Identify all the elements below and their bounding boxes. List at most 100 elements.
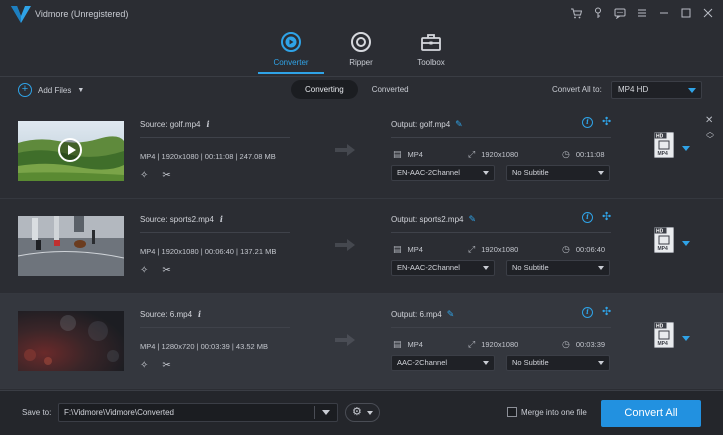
- output-filename: Output: golf.mp4 ✎: [391, 119, 463, 129]
- cart-icon[interactable]: [569, 6, 583, 20]
- mp4-hd-format-icon[interactable]: HD MP4: [654, 322, 674, 348]
- window-controls: [569, 6, 715, 20]
- key-icon[interactable]: [591, 6, 605, 20]
- convert-all-format-value: MP4 HD: [618, 85, 649, 94]
- chevron-down-icon: [598, 266, 604, 270]
- info-icon[interactable]: i: [582, 212, 593, 223]
- video-thumbnail[interactable]: [18, 121, 124, 181]
- tab-toolbox[interactable]: Toolbox: [396, 30, 466, 74]
- tab-toolbox-label: Toolbox: [417, 58, 445, 67]
- list-item[interactable]: Source: golf.mp4 i MP4 | 1920x1080 | 00:1…: [0, 104, 723, 199]
- clock-icon: ◷: [562, 149, 570, 159]
- divider: [140, 232, 290, 233]
- output-filename: Output: 6.mp4 ✎: [391, 309, 455, 319]
- svg-text:HD: HD: [656, 229, 664, 235]
- convert-all-button[interactable]: Convert All: [601, 400, 701, 427]
- svg-text:MP4: MP4: [658, 151, 669, 157]
- chevron-down-icon: [483, 266, 489, 270]
- film-icon: ▤: [393, 149, 402, 159]
- close-icon[interactable]: [701, 6, 715, 20]
- subtitle-select[interactable]: No Subtitle: [506, 165, 610, 181]
- subtitle-select[interactable]: No Subtitle: [506, 355, 610, 371]
- arrow-right-icon: [335, 239, 355, 251]
- tab-converted[interactable]: Converted: [358, 80, 423, 99]
- source-meta: MP4 | 1280x720 | 00:03:39 | 43.52 MB: [140, 342, 269, 351]
- edit-tools: ✧ ✂: [140, 265, 171, 276]
- clock-icon: ◷: [562, 339, 570, 349]
- list-item[interactable]: Source: 6.mp4 i MP4 | 1280x720 | 00:03:39…: [0, 294, 723, 389]
- feedback-icon[interactable]: [613, 6, 627, 20]
- divider: [140, 327, 290, 328]
- audio-track-select[interactable]: AAC-2Channel: [391, 355, 495, 371]
- compress-icon[interactable]: ✣: [602, 117, 611, 128]
- plus-icon: +: [18, 83, 32, 97]
- maximize-icon[interactable]: [679, 6, 693, 20]
- scissors-icon[interactable]: ✂: [162, 360, 170, 371]
- info-icon[interactable]: i: [582, 307, 593, 318]
- magic-wand-icon[interactable]: ✧: [140, 360, 148, 371]
- chevron-down-icon[interactable]: ▼: [77, 87, 84, 94]
- video-thumbnail[interactable]: [18, 311, 124, 371]
- mp4-hd-format-icon[interactable]: HD MP4: [654, 227, 674, 253]
- svg-text:MP4: MP4: [658, 341, 669, 347]
- minimize-icon[interactable]: [657, 6, 671, 20]
- menu-icon[interactable]: [635, 6, 649, 20]
- vidmore-logo: [11, 6, 31, 23]
- save-path-value: F:\Vidmore\Vidmore\Converted: [64, 408, 174, 417]
- play-icon[interactable]: [58, 138, 82, 162]
- arrow-right-icon: [335, 144, 355, 156]
- toolbox-icon: [419, 30, 443, 54]
- magic-wand-icon[interactable]: ✧: [140, 265, 148, 276]
- subtitle-select[interactable]: No Subtitle: [506, 260, 610, 276]
- info-icon[interactable]: i: [582, 117, 593, 128]
- source-filename: Source: 6.mp4 i: [140, 309, 202, 319]
- save-path-input[interactable]: F:\Vidmore\Vidmore\Converted: [58, 403, 338, 422]
- scissors-icon[interactable]: ✂: [162, 265, 170, 276]
- scissors-icon[interactable]: ✂: [162, 170, 170, 181]
- audio-track-select[interactable]: EN-AAC-2Channel: [391, 165, 495, 181]
- chevron-down-icon: [483, 171, 489, 175]
- source-filename: Source: sports2.mp4 i: [140, 214, 223, 224]
- tab-ripper[interactable]: Ripper: [326, 30, 396, 74]
- pencil-icon[interactable]: ✎: [455, 119, 463, 129]
- checkbox[interactable]: [507, 407, 517, 417]
- divider: [391, 232, 611, 233]
- audio-track-select[interactable]: EN-AAC-2Channel: [391, 260, 495, 276]
- output-actions: i ✣: [582, 307, 611, 318]
- video-thumbnail[interactable]: [18, 216, 124, 276]
- output-actions: i ✣: [582, 212, 611, 223]
- compress-icon[interactable]: ✣: [602, 307, 611, 318]
- info-icon: i: [206, 119, 210, 129]
- chevron-down-icon[interactable]: ﹀: [706, 136, 714, 144]
- output-resolution: ⤢ 1920x1080: [468, 149, 519, 159]
- edit-tools: ✧ ✂: [140, 170, 171, 181]
- add-files-button[interactable]: + Add Files ▼: [18, 83, 84, 97]
- tab-converter[interactable]: Converter: [256, 30, 326, 74]
- chevron-down-icon[interactable]: [682, 336, 690, 341]
- output-duration: ◷ 00:06:40: [562, 244, 606, 254]
- settings-button[interactable]: ⚙: [345, 403, 380, 422]
- merge-checkbox[interactable]: Merge into one file: [507, 407, 587, 417]
- expand-icon: ⤢: [468, 149, 476, 159]
- expand-icon: ⤢: [468, 339, 476, 349]
- chevron-down-icon[interactable]: [682, 146, 690, 151]
- remove-item-icon[interactable]: ✕: [705, 116, 713, 126]
- source-meta: MP4 | 1920x1080 | 00:11:08 | 247.08 MB: [140, 152, 276, 161]
- arrow-right-icon: [335, 334, 355, 346]
- compress-icon[interactable]: ✣: [602, 212, 611, 223]
- tab-converting[interactable]: Converting: [291, 80, 358, 99]
- output-format: ▤ MP4: [393, 149, 423, 159]
- chevron-down-icon[interactable]: [682, 241, 690, 246]
- chevron-down-icon: [598, 171, 604, 175]
- pencil-icon[interactable]: ✎: [447, 309, 455, 319]
- output-actions: i ✣: [582, 117, 611, 128]
- list-item[interactable]: Source: sports2.mp4 i MP4 | 1920x1080 | 0…: [0, 199, 723, 294]
- chevron-down-icon[interactable]: [322, 410, 330, 415]
- mp4-hd-format-icon[interactable]: HD MP4: [654, 132, 674, 158]
- disc-icon: [349, 30, 373, 54]
- pencil-icon[interactable]: ✎: [468, 214, 476, 224]
- magic-wand-icon[interactable]: ✧: [140, 170, 148, 181]
- convert-all-format-select[interactable]: MP4 HD: [611, 81, 702, 99]
- output-duration: ◷ 00:03:39: [562, 339, 606, 349]
- expand-icon: ⤢: [468, 244, 476, 254]
